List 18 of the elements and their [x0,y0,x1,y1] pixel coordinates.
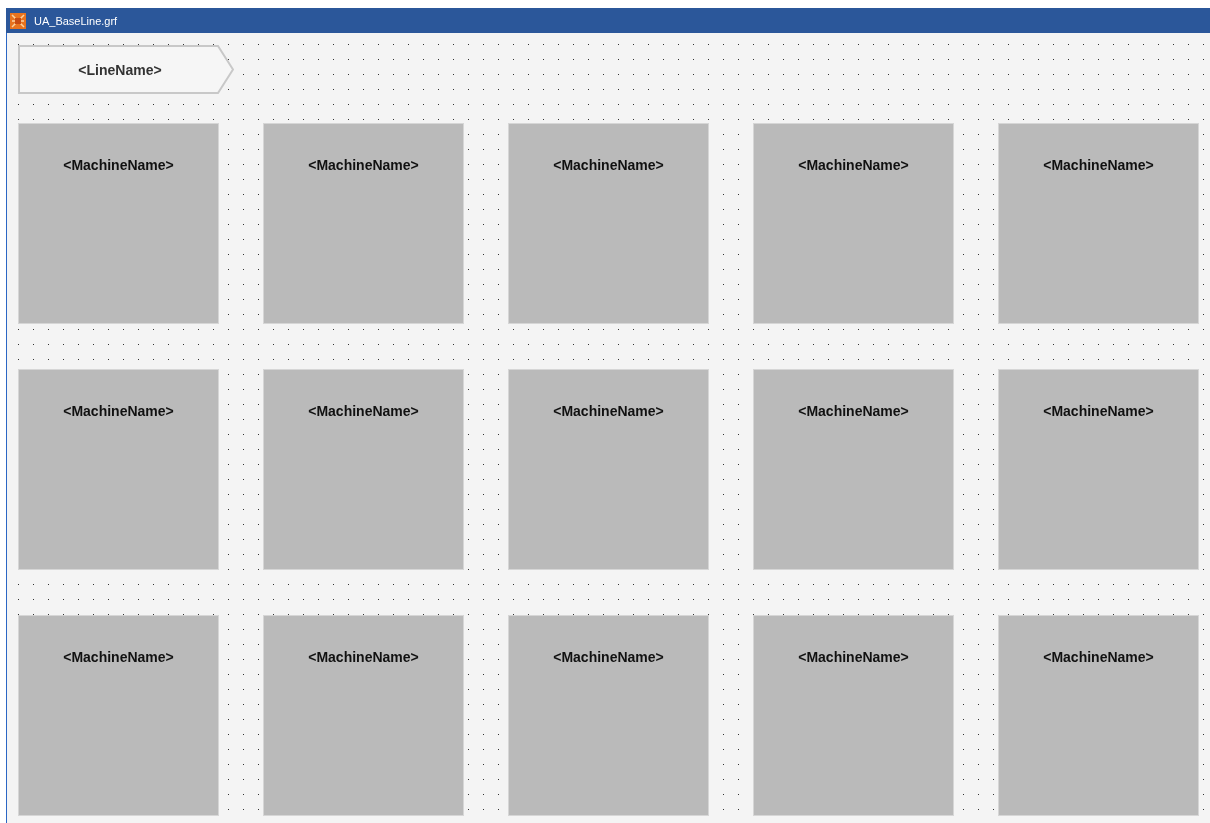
window-title: UA_BaseLine.grf [34,14,118,27]
machine-block[interactable]: <MachineName> [998,123,1199,324]
machine-block[interactable]: <MachineName> [263,615,464,816]
machine-block[interactable]: <MachineName> [18,369,219,570]
machine-block[interactable]: <MachineName> [753,369,954,570]
app-icon [10,12,26,29]
machine-block[interactable]: <MachineName> [998,369,1199,570]
machine-block[interactable]: <MachineName> [263,123,464,324]
machine-block[interactable]: <MachineName> [508,369,709,570]
machine-block[interactable]: <MachineName> [753,123,954,324]
machine-block[interactable]: <MachineName> [508,123,709,324]
machine-block[interactable]: <MachineName> [753,615,954,816]
line-name-block[interactable]: <LineName> [18,45,234,94]
machine-block[interactable]: <MachineName> [998,615,1199,816]
machine-block[interactable]: <MachineName> [263,369,464,570]
machine-block[interactable]: <MachineName> [18,615,219,816]
machine-block[interactable]: <MachineName> [508,615,709,816]
machine-block[interactable]: <MachineName> [18,123,219,324]
